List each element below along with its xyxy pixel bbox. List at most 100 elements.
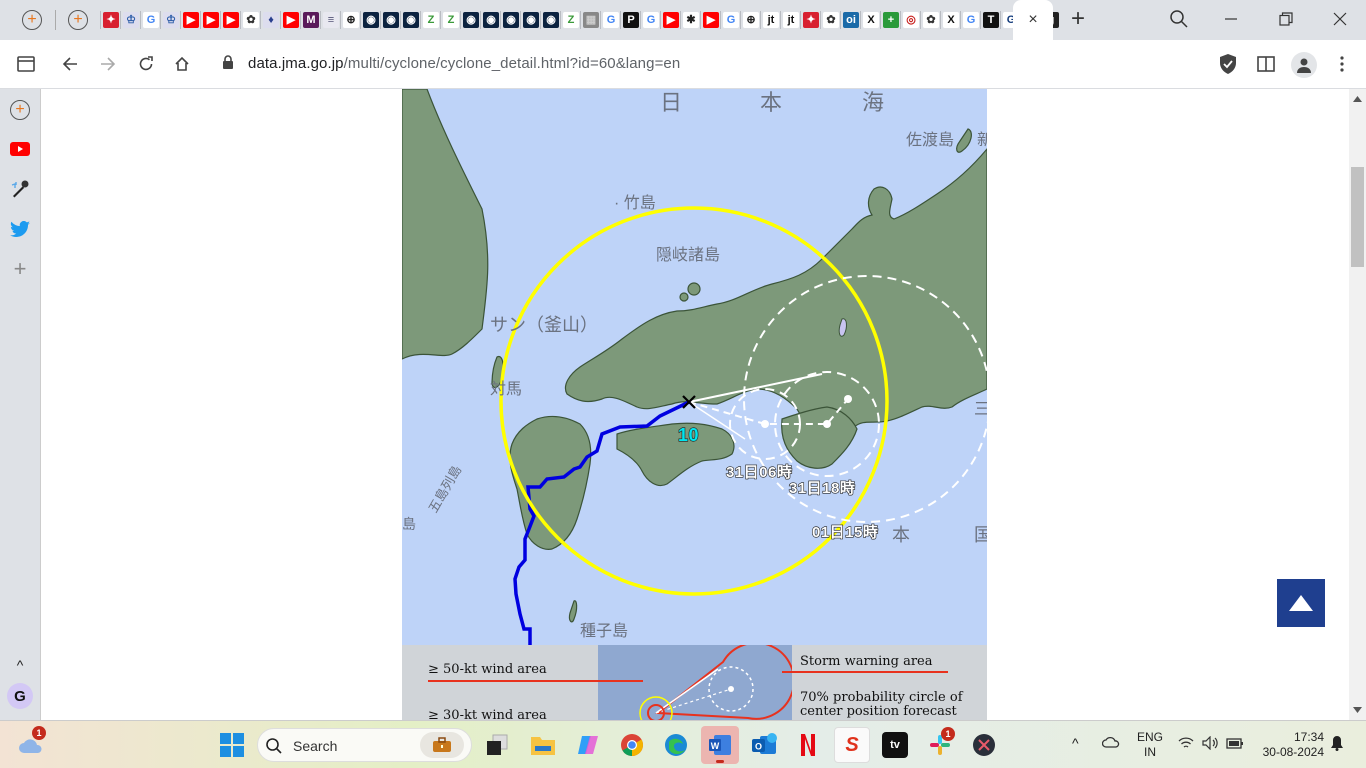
tab-search-button[interactable]: + — [66, 8, 90, 32]
pinned-tab[interactable]: jt — [760, 11, 780, 29]
sidebar-item-twitter[interactable] — [8, 217, 32, 241]
url-field[interactable]: data.jma.go.jp/multi/cyclone/cyclone_det… — [248, 55, 680, 72]
pinned-tab[interactable]: ◉ — [400, 11, 420, 29]
close-tab-icon[interactable]: × — [1028, 11, 1037, 29]
onedrive-button[interactable] — [1101, 736, 1120, 752]
active-tab[interactable]: × — [1013, 0, 1053, 40]
pinned-tab[interactable]: G — [960, 11, 980, 29]
pinned-tab[interactable]: ⊕ — [340, 11, 360, 29]
show-hidden-icons-button[interactable]: ^ — [1072, 736, 1079, 751]
sidebar-item-add[interactable]: + — [8, 256, 32, 281]
pinned-tab[interactable]: ✿ — [920, 11, 940, 29]
home-button[interactable] — [170, 52, 194, 76]
search-tabs-button[interactable] — [1164, 8, 1194, 30]
wifi-icon[interactable] — [1178, 736, 1194, 754]
minimize-button[interactable] — [1216, 8, 1246, 30]
pinned-tab[interactable]: ▶ — [660, 11, 680, 29]
restore-button[interactable] — [1271, 8, 1301, 30]
pinned-tab[interactable]: ≡ — [320, 11, 340, 29]
menu-button[interactable] — [1330, 52, 1354, 76]
pinned-tab[interactable]: ⊕ — [740, 11, 760, 29]
pinned-tab[interactable]: oi — [840, 11, 860, 29]
pinned-tab[interactable]: ✦ — [800, 11, 820, 29]
pinned-tab[interactable]: ▶ — [280, 11, 300, 29]
scroll-thumb[interactable] — [1351, 167, 1364, 267]
pinned-tab[interactable]: ◉ — [360, 11, 380, 29]
pinned-tab[interactable]: ◉ — [460, 11, 480, 29]
back-to-top-button[interactable] — [1277, 579, 1325, 627]
pinned-tab[interactable]: ◉ — [500, 11, 520, 29]
pinned-tab[interactable]: M — [300, 11, 320, 29]
pinned-tab[interactable]: ▶ — [220, 11, 240, 29]
pinned-tab[interactable]: ✱ — [680, 11, 700, 29]
oki-island — [687, 282, 701, 296]
pinned-tab[interactable]: T — [980, 11, 1000, 29]
apple-tv-button[interactable]: tv — [882, 732, 908, 758]
word-button[interactable]: W — [701, 726, 739, 764]
lock-icon[interactable] — [222, 55, 234, 71]
pinned-tab[interactable]: P — [620, 11, 640, 29]
pinned-tab[interactable]: Z — [440, 11, 460, 29]
clock[interactable]: 17:34 30-08-2024 — [1258, 730, 1324, 760]
pinned-tab[interactable]: G — [140, 11, 160, 29]
security-extension-button[interactable] — [1216, 52, 1240, 76]
netflix-button[interactable] — [795, 732, 821, 758]
pinned-tab[interactable]: G — [640, 11, 660, 29]
file-explorer-button[interactable] — [530, 732, 556, 758]
split-view-button[interactable] — [1254, 52, 1278, 76]
volume-icon[interactable] — [1202, 735, 1220, 754]
start-button[interactable] — [219, 732, 245, 758]
reload-button[interactable] — [134, 52, 158, 76]
pinned-tab[interactable]: ◉ — [520, 11, 540, 29]
pinned-tab[interactable]: ♔ — [160, 11, 180, 29]
google-icon: G — [643, 12, 659, 28]
pinned-tab[interactable]: jt — [780, 11, 800, 29]
pinned-tab[interactable]: ▦ — [580, 11, 600, 29]
pinned-tab[interactable]: ✿ — [240, 11, 260, 29]
back-button[interactable] — [58, 52, 82, 76]
pinned-tab[interactable]: ◉ — [480, 11, 500, 29]
sidebar-item-add-tab[interactable]: + — [8, 98, 32, 122]
pinned-tab[interactable]: ♦ — [260, 11, 280, 29]
pinned-tab[interactable]: ◉ — [380, 11, 400, 29]
pinned-tab[interactable]: G — [600, 11, 620, 29]
pinned-tab[interactable]: ◎ — [900, 11, 920, 29]
task-view-button[interactable] — [484, 732, 510, 758]
taskbar-search[interactable]: Search — [257, 728, 472, 762]
pinned-tab[interactable]: Z — [420, 11, 440, 29]
tab-actions-button[interactable]: + — [20, 8, 44, 32]
battery-icon[interactable] — [1226, 736, 1244, 754]
edge-button[interactable] — [663, 732, 689, 758]
close-window-button[interactable] — [1325, 8, 1355, 30]
pinned-tab[interactable]: ◉ — [540, 11, 560, 29]
forward-button[interactable] — [96, 52, 120, 76]
pinned-tab[interactable]: Z — [560, 11, 580, 29]
pinned-tab[interactable]: ▶ — [180, 11, 200, 29]
sidebar-collapse-button[interactable]: ^ — [8, 653, 32, 677]
notifications-button[interactable] — [1330, 735, 1344, 755]
pinned-tab[interactable]: ▶ — [700, 11, 720, 29]
slack-button[interactable]: 1 — [927, 727, 955, 758]
page-scrollbar[interactable] — [1349, 89, 1366, 720]
x-app-button[interactable] — [971, 732, 997, 758]
pinned-tab[interactable]: G — [720, 11, 740, 29]
pinned-tab[interactable]: ✿ — [820, 11, 840, 29]
tab-panel-button[interactable] — [14, 52, 38, 76]
chrome-button[interactable] — [619, 732, 645, 758]
profile-button[interactable] — [1291, 52, 1317, 78]
copilot-button[interactable] — [575, 732, 601, 758]
pinned-tab[interactable]: ♔ — [120, 11, 140, 29]
language-indicator[interactable]: ENG IN — [1137, 730, 1163, 760]
pinned-tab[interactable]: X — [940, 11, 960, 29]
pinned-tab[interactable]: ▶ — [200, 11, 220, 29]
pinned-tab[interactable]: X — [860, 11, 880, 29]
pinned-tab[interactable]: ✦ — [100, 11, 120, 29]
weather-widget[interactable]: 1 — [18, 726, 46, 758]
sidebar-item-karaoke[interactable] — [8, 177, 32, 201]
outlook-button[interactable]: O — [751, 732, 777, 758]
sidebar-item-youtube[interactable] — [8, 137, 32, 161]
pinned-tab[interactable]: + — [880, 11, 900, 29]
new-tab-button[interactable]: + — [1063, 5, 1093, 32]
s-app-button[interactable]: S — [834, 727, 870, 763]
profile-avatar[interactable]: G — [7, 683, 33, 709]
